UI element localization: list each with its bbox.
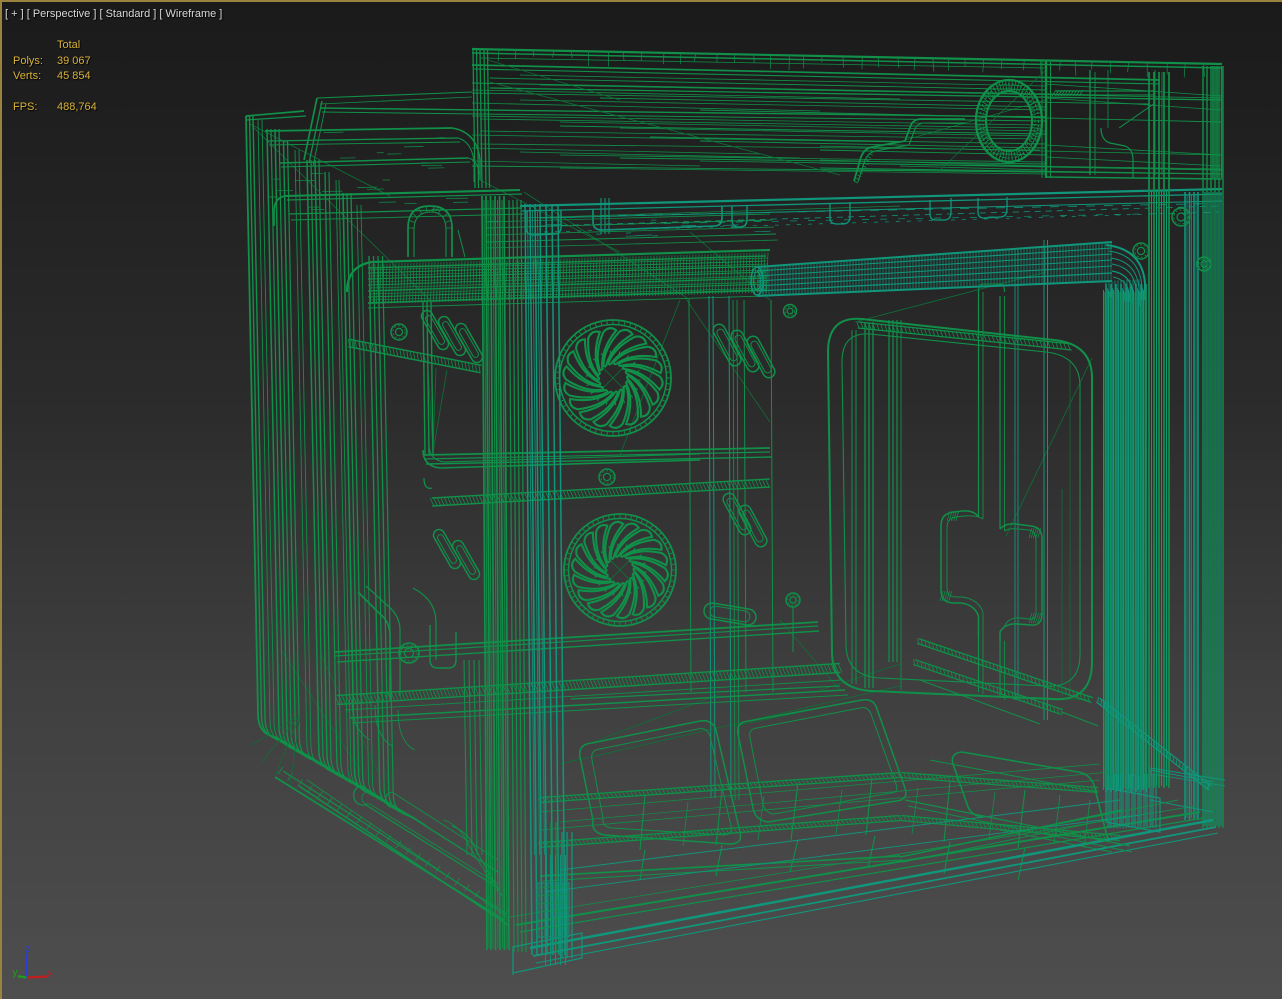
svg-text:x: x [48,969,53,980]
svg-text:z: z [25,944,30,955]
svg-text:y: y [13,968,18,979]
